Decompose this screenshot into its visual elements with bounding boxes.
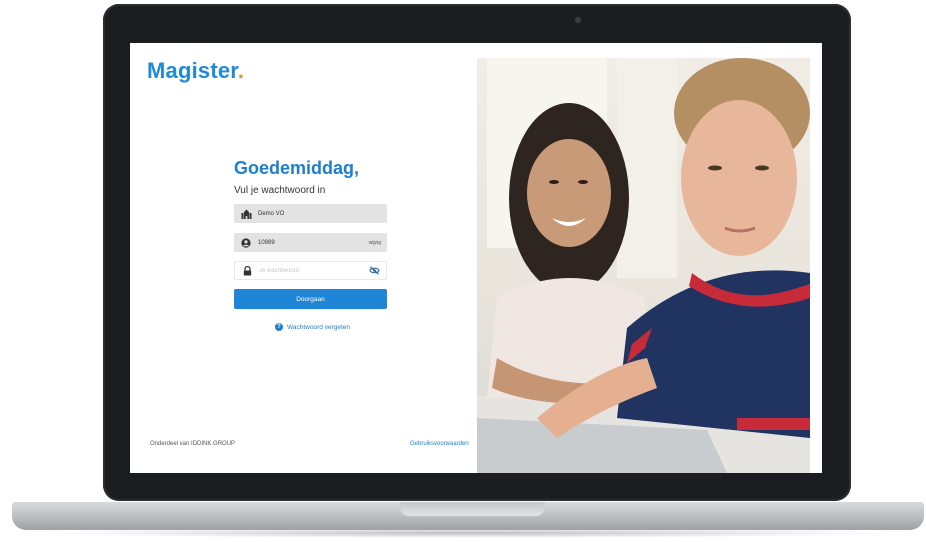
change-username-link[interactable]: wijzig — [369, 240, 381, 246]
school-field[interactable]: Demo VO — [234, 204, 387, 223]
screen: Magister. Goedemiddag, Vul je wachtwoord… — [130, 43, 822, 473]
students-photo — [477, 58, 810, 473]
lock-icon — [241, 265, 253, 277]
footer-company: Onderdeel van IDDINK GROUP — [150, 441, 236, 447]
laptop-notch — [400, 502, 545, 516]
username-value: 10989 — [258, 239, 275, 246]
webcam — [575, 17, 581, 23]
logo-text: Magister — [147, 58, 238, 83]
students-illustration — [477, 58, 810, 473]
forgot-password-link[interactable]: ? Wachtwoord vergeten — [275, 323, 350, 331]
eye-off-icon[interactable] — [368, 265, 380, 277]
password-input[interactable] — [259, 267, 364, 274]
password-field[interactable] — [234, 261, 387, 280]
username-field[interactable]: 10989 wijzig — [234, 233, 387, 252]
magister-logo: Magister. — [147, 58, 244, 84]
question-icon: ? — [275, 323, 283, 331]
school-icon — [240, 208, 252, 220]
continue-button[interactable]: Doorgaan — [234, 289, 387, 309]
user-icon — [240, 237, 252, 249]
password-prompt: Vul je wachtwoord in — [234, 185, 326, 196]
forgot-password-label: Wachtwoord vergeten — [287, 323, 350, 331]
terms-link[interactable]: Gebruiksvoorwaarden — [410, 441, 469, 447]
school-name: Demo VO — [258, 210, 285, 217]
logo-dot: . — [237, 58, 245, 83]
greeting-heading: Goedemiddag, — [234, 158, 360, 178]
